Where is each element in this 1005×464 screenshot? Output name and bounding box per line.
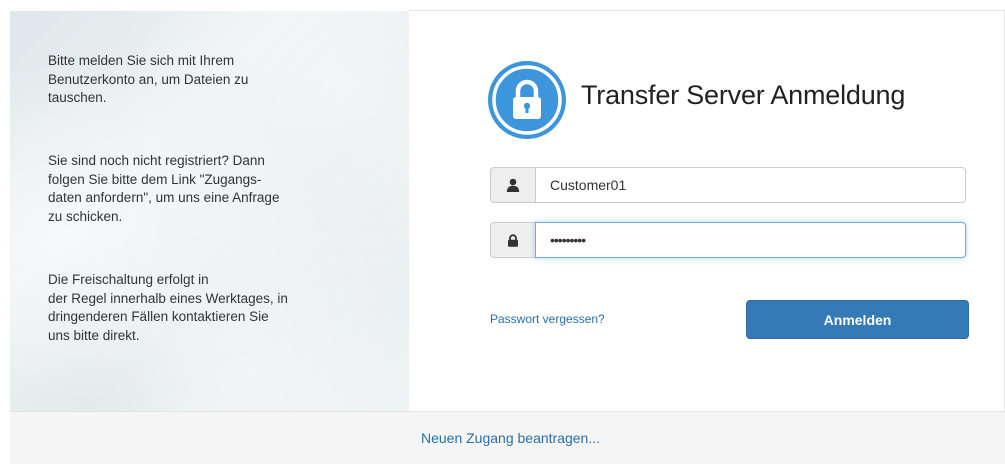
lock-icon (492, 65, 562, 135)
username-addon (490, 167, 535, 203)
info-text-registration: Sie sind noch nicht registriert? Dann fo… (48, 153, 280, 224)
lock-logo (488, 61, 566, 139)
lock-icon (508, 233, 518, 247)
page-title: Transfer Server Anmeldung (581, 80, 906, 110)
username-field[interactable] (535, 167, 966, 203)
login-button[interactable]: Anmelden (746, 300, 969, 339)
info-panel: Bitte melden Sie sich mit Ihrem Benutzer… (10, 11, 409, 411)
password-input-group (490, 222, 966, 258)
forgot-password-link[interactable]: Passwort vergessen? (490, 312, 605, 326)
register-link[interactable]: Neuen Zugang beantragen... (421, 430, 600, 446)
login-page: Bitte melden Sie sich mit Ihrem Benutzer… (0, 0, 1005, 464)
user-icon (506, 178, 520, 192)
username-input-group (490, 167, 966, 203)
panel-top-border (409, 10, 1005, 11)
password-addon (490, 222, 535, 258)
info-text-login: Bitte melden Sie sich mit Ihrem Benutzer… (48, 53, 249, 105)
info-text-activation: Die Freischaltung erfolgt in der Regel i… (48, 272, 288, 343)
password-field[interactable] (535, 222, 966, 258)
footer-bar: Neuen Zugang beantragen... (10, 411, 1005, 464)
